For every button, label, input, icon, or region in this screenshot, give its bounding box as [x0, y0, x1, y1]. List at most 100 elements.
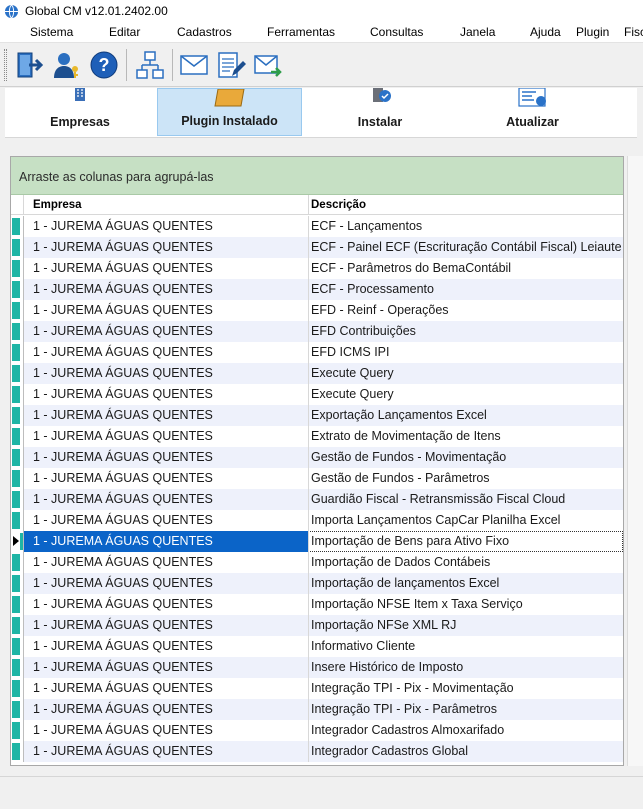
- send-mail-button[interactable]: [251, 48, 285, 82]
- cell-empresa[interactable]: 1 - JUREMA ÁGUAS QUENTES: [33, 345, 213, 359]
- column-header-descricao[interactable]: Descrição: [311, 199, 366, 211]
- cell-descricao[interactable]: ECF - Processamento: [311, 282, 434, 296]
- cell-descricao[interactable]: Guardião Fiscal - Retransmissão Fiscal C…: [311, 492, 565, 506]
- table-row[interactable]: 1 - JUREMA ÁGUAS QUENTES ECF - Painel ECF…: [11, 237, 623, 258]
- cell-empresa[interactable]: 1 - JUREMA ÁGUAS QUENTES: [33, 723, 213, 737]
- row-indicator[interactable]: [11, 657, 23, 678]
- edit-sheet-button[interactable]: [214, 48, 248, 82]
- table-row[interactable]: 1 - JUREMA ÁGUAS QUENTES Integrador Cadas…: [11, 720, 623, 741]
- row-indicator[interactable]: [11, 615, 23, 636]
- cell-descricao[interactable]: Importa Lançamentos CapCar Planilha Exce…: [311, 513, 560, 527]
- menu-cadastros[interactable]: Cadastros: [177, 25, 232, 39]
- cell-empresa[interactable]: 1 - JUREMA ÁGUAS QUENTES: [33, 303, 213, 317]
- cell-empresa[interactable]: 1 - JUREMA ÁGUAS QUENTES: [33, 471, 213, 485]
- exit-button[interactable]: [13, 48, 47, 82]
- cell-empresa[interactable]: 1 - JUREMA ÁGUAS QUENTES: [33, 492, 213, 506]
- cell-descricao[interactable]: Integrador Cadastros Almoxarifado: [311, 723, 504, 737]
- row-indicator[interactable]: [11, 426, 23, 447]
- row-indicator[interactable]: [11, 321, 23, 342]
- cell-descricao[interactable]: EFD - Reinf - Operações: [311, 303, 449, 317]
- table-row[interactable]: 1 - JUREMA ÁGUAS QUENTES Exportação Lança…: [11, 405, 623, 426]
- cell-descricao[interactable]: ECF - Painel ECF (Escrituração Contábil …: [311, 240, 622, 254]
- ribbon-plugin-instalado-button[interactable]: Plugin Instalado: [157, 88, 302, 136]
- cell-empresa[interactable]: 1 - JUREMA ÁGUAS QUENTES: [33, 681, 213, 695]
- cell-empresa[interactable]: 1 - JUREMA ÁGUAS QUENTES: [33, 576, 213, 590]
- table-row[interactable]: 1 - JUREMA ÁGUAS QUENTES Guardião Fiscal …: [11, 489, 623, 510]
- table-row[interactable]: 1 - JUREMA ÁGUAS QUENTES Importação de la…: [11, 573, 623, 594]
- cell-descricao[interactable]: Exportação Lançamentos Excel: [311, 408, 487, 422]
- cell-descricao[interactable]: Informativo Cliente: [311, 639, 415, 653]
- row-indicator[interactable]: [11, 720, 23, 741]
- table-row[interactable]: 1 - JUREMA ÁGUAS QUENTES Extrato de Movim…: [11, 426, 623, 447]
- table-row[interactable]: 1 - JUREMA ÁGUAS QUENTES ECF - Parâmetros…: [11, 258, 623, 279]
- cell-descricao[interactable]: Importação NFSE Item x Taxa Serviço: [311, 597, 523, 611]
- help-button[interactable]: ?: [87, 48, 121, 82]
- cell-empresa[interactable]: 1 - JUREMA ÁGUAS QUENTES: [33, 702, 213, 716]
- group-by-panel[interactable]: Arraste as colunas para agrupá-las: [11, 157, 623, 195]
- column-header-empresa[interactable]: Empresa: [33, 199, 82, 211]
- menu-plugin[interactable]: Plugin: [576, 25, 609, 39]
- row-indicator[interactable]: [11, 405, 23, 426]
- menu-sistema[interactable]: Sistema: [30, 25, 73, 39]
- row-indicator[interactable]: [11, 531, 23, 552]
- cell-empresa[interactable]: 1 - JUREMA ÁGUAS QUENTES: [33, 618, 213, 632]
- cell-descricao[interactable]: Importação de Bens para Ativo Fixo: [311, 534, 509, 548]
- table-row[interactable]: 1 - JUREMA ÁGUAS QUENTES Importa Lançamen…: [11, 510, 623, 531]
- cell-descricao[interactable]: Importação de Dados Contábeis: [311, 555, 490, 569]
- table-row[interactable]: 1 - JUREMA ÁGUAS QUENTES ECF - Processame…: [11, 279, 623, 300]
- row-indicator[interactable]: [11, 468, 23, 489]
- cell-empresa[interactable]: 1 - JUREMA ÁGUAS QUENTES: [33, 513, 213, 527]
- cell-descricao[interactable]: EFD ICMS IPI: [311, 345, 389, 359]
- table-row[interactable]: 1 - JUREMA ÁGUAS QUENTES EFD - Reinf - Op…: [11, 300, 623, 321]
- cell-descricao[interactable]: EFD Contribuições: [311, 324, 416, 338]
- cell-empresa[interactable]: 1 - JUREMA ÁGUAS QUENTES: [33, 219, 213, 233]
- table-row[interactable]: 1 - JUREMA ÁGUAS QUENTES Importação de Be…: [11, 531, 623, 552]
- row-indicator[interactable]: [11, 363, 23, 384]
- table-row[interactable]: 1 - JUREMA ÁGUAS QUENTES Gestão de Fundos…: [11, 447, 623, 468]
- row-indicator[interactable]: [11, 300, 23, 321]
- cell-descricao[interactable]: ECF - Parâmetros do BemaContábil: [311, 261, 511, 275]
- table-row[interactable]: 1 - JUREMA ÁGUAS QUENTES Execute Query: [11, 363, 623, 384]
- row-indicator[interactable]: [11, 552, 23, 573]
- table-row[interactable]: 1 - JUREMA ÁGUAS QUENTES Importação NFSe …: [11, 615, 623, 636]
- row-indicator[interactable]: [11, 741, 23, 762]
- menu-editar[interactable]: Editar: [109, 25, 140, 39]
- plugin-grid[interactable]: Arraste as colunas para agrupá-las Empre…: [10, 156, 624, 766]
- row-indicator[interactable]: [11, 216, 23, 237]
- menu-consultas[interactable]: Consultas: [370, 25, 423, 39]
- table-row[interactable]: 1 - JUREMA ÁGUAS QUENTES Execute Query: [11, 384, 623, 405]
- row-indicator[interactable]: [11, 489, 23, 510]
- cell-descricao[interactable]: Execute Query: [311, 387, 394, 401]
- row-indicator[interactable]: [11, 699, 23, 720]
- cell-descricao[interactable]: Gestão de Fundos - Movimentação: [311, 450, 506, 464]
- row-indicator[interactable]: [11, 342, 23, 363]
- cell-descricao[interactable]: Execute Query: [311, 366, 394, 380]
- table-row[interactable]: 1 - JUREMA ÁGUAS QUENTES Insere Histórico…: [11, 657, 623, 678]
- cell-empresa[interactable]: 1 - JUREMA ÁGUAS QUENTES: [33, 324, 213, 338]
- cell-descricao[interactable]: Importação NFSe XML RJ: [311, 618, 456, 632]
- row-indicator[interactable]: [11, 510, 23, 531]
- table-row[interactable]: 1 - JUREMA ÁGUAS QUENTES Gestão de Fundos…: [11, 468, 623, 489]
- cell-empresa[interactable]: 1 - JUREMA ÁGUAS QUENTES: [33, 450, 213, 464]
- cell-descricao[interactable]: ECF - Lançamentos: [311, 219, 422, 233]
- mail-button[interactable]: [177, 48, 211, 82]
- cell-empresa[interactable]: 1 - JUREMA ÁGUAS QUENTES: [33, 408, 213, 422]
- table-row[interactable]: 1 - JUREMA ÁGUAS QUENTES Importação de Da…: [11, 552, 623, 573]
- cell-empresa[interactable]: 1 - JUREMA ÁGUAS QUENTES: [33, 660, 213, 674]
- row-indicator[interactable]: [11, 678, 23, 699]
- menu-ajuda[interactable]: Ajuda: [530, 25, 561, 39]
- cell-descricao[interactable]: Extrato de Movimentação de Itens: [311, 429, 501, 443]
- header-separator[interactable]: [308, 195, 309, 215]
- menu-janela[interactable]: Janela: [460, 25, 495, 39]
- table-row[interactable]: 1 - JUREMA ÁGUAS QUENTES EFD ICMS IPI: [11, 342, 623, 363]
- row-indicator[interactable]: [11, 279, 23, 300]
- cell-descricao[interactable]: Integração TPI - Pix - Parâmetros: [311, 702, 497, 716]
- cell-descricao[interactable]: Integração TPI - Pix - Movimentação: [311, 681, 514, 695]
- cell-empresa[interactable]: 1 - JUREMA ÁGUAS QUENTES: [33, 534, 213, 548]
- menu-ferramentas[interactable]: Ferramentas: [267, 25, 335, 39]
- row-indicator[interactable]: [11, 447, 23, 468]
- cell-empresa[interactable]: 1 - JUREMA ÁGUAS QUENTES: [33, 261, 213, 275]
- cell-empresa[interactable]: 1 - JUREMA ÁGUAS QUENTES: [33, 555, 213, 569]
- cell-empresa[interactable]: 1 - JUREMA ÁGUAS QUENTES: [33, 639, 213, 653]
- cell-empresa[interactable]: 1 - JUREMA ÁGUAS QUENTES: [33, 429, 213, 443]
